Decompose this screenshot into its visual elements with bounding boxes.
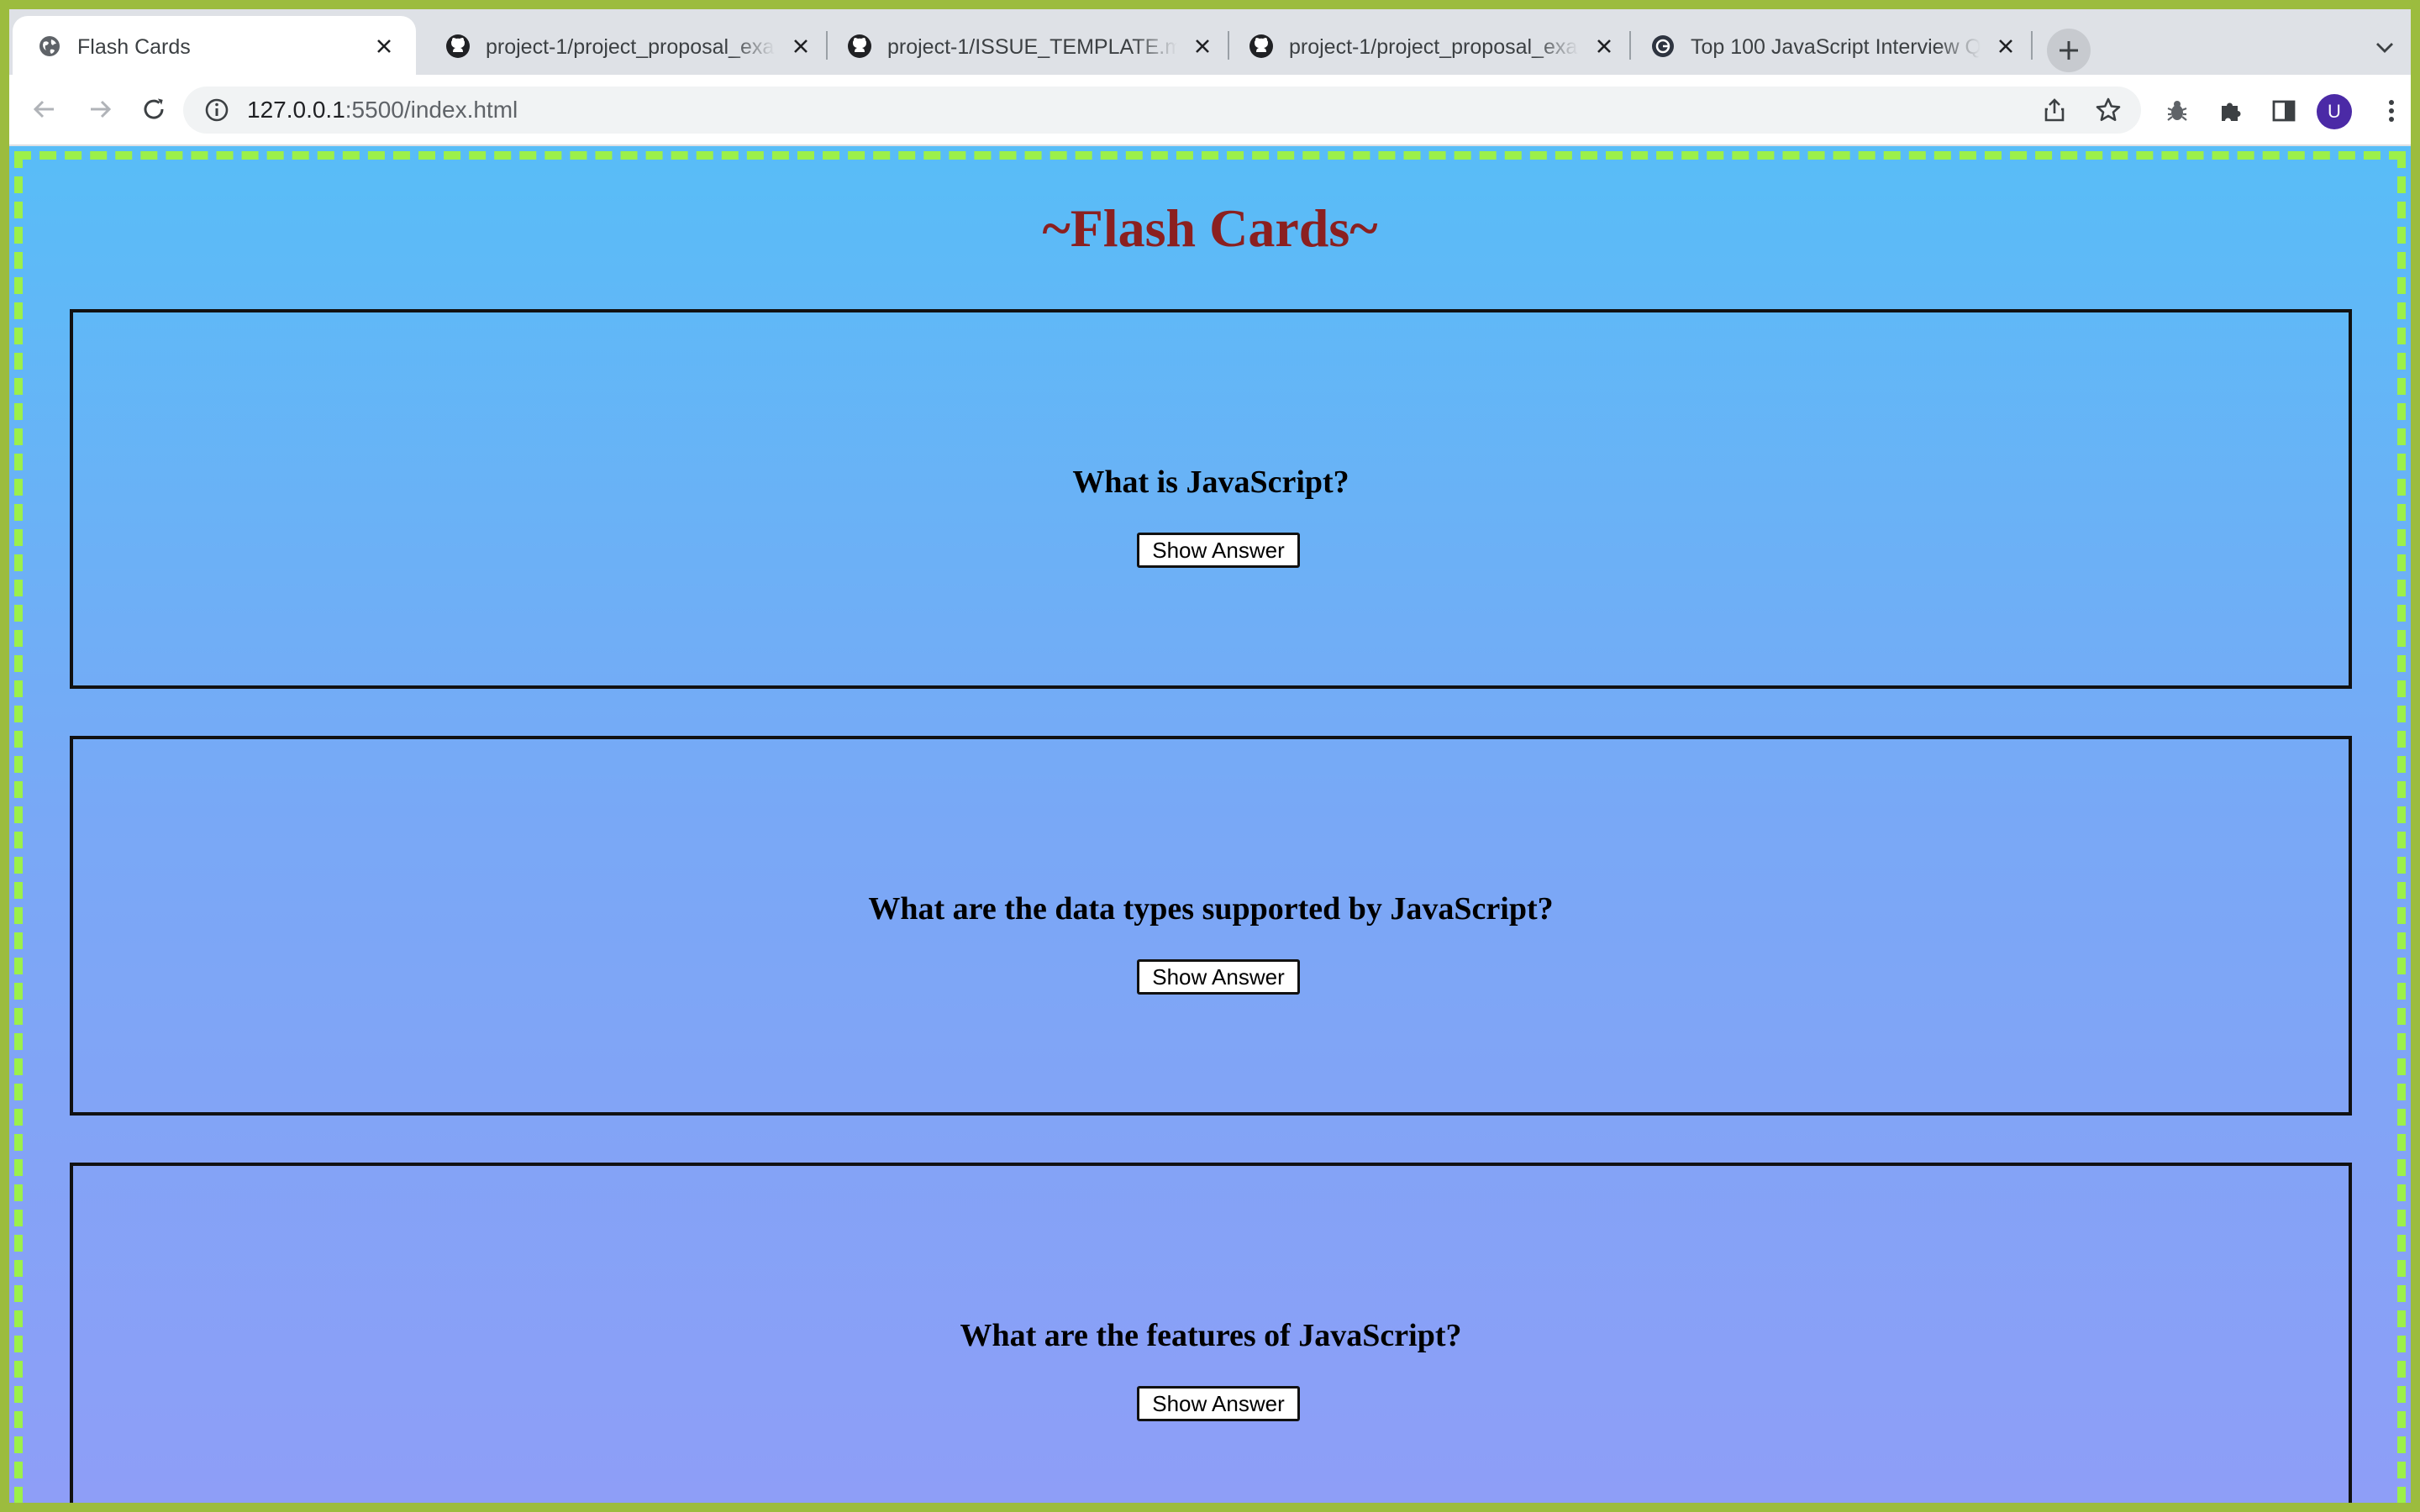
side-panel-icon: [2272, 100, 2296, 122]
bookmark-button[interactable]: [2095, 97, 2122, 123]
tab-project-proposal-2[interactable]: project-1/project_proposal_example.md: [1224, 16, 1619, 75]
close-tab-icon[interactable]: [787, 33, 814, 60]
browser-window: Flash Cards project-1/project_proposal_e…: [9, 9, 2411, 1503]
page-title: ~Flash Cards~: [1042, 198, 1378, 258]
puzzle-icon: [2222, 102, 2241, 121]
back-button[interactable]: [26, 91, 63, 128]
bug-icon: [2167, 101, 2187, 121]
flash-card: What are the data types supported by Jav…: [70, 736, 2352, 1116]
kebab-menu-icon: [2389, 100, 2394, 122]
flash-card: What is JavaScript? Show Answer: [70, 309, 2352, 689]
star-icon: [2096, 97, 2121, 121]
show-answer-button[interactable]: Show Answer: [1137, 959, 1300, 995]
profile-avatar[interactable]: U: [2317, 94, 2352, 129]
tab-project-proposal-1[interactable]: project-1/project_proposal_example.md: [421, 16, 816, 75]
arrow-right-icon: [91, 100, 112, 118]
tab-title: project-1/project_proposal_example.md: [1289, 35, 1579, 59]
card-question: What are the features of JavaScript?: [960, 1318, 1462, 1353]
tab-js-interview-questions[interactable]: Top 100 JavaScript Interview Questions: [1626, 16, 2021, 75]
tab-issue-template[interactable]: project-1/ISSUE_TEMPLATE.md: [823, 16, 1218, 75]
close-tab-icon[interactable]: [1992, 33, 2019, 60]
reload-button[interactable]: [135, 91, 172, 128]
share-button[interactable]: [2041, 97, 2068, 123]
plus-icon: [2060, 41, 2078, 60]
url-text: 127.0.0.1:5500/index.html: [247, 97, 518, 123]
info-icon[interactable]: [203, 97, 230, 123]
close-tab-icon[interactable]: [1189, 33, 1216, 60]
github-icon: [1249, 34, 1273, 58]
tab-title: project-1/ISSUE_TEMPLATE.md: [887, 35, 1177, 59]
tab-title: Flash Cards: [77, 35, 191, 59]
extension-bug-button[interactable]: [2163, 97, 2191, 125]
tab-strip: Flash Cards project-1/project_proposal_e…: [9, 9, 2411, 75]
tab-separator: [2031, 31, 2033, 60]
card-question: What are the data types supported by Jav…: [868, 891, 1554, 927]
url-host: 127.0.0.1: [247, 97, 345, 123]
globe-icon: [39, 36, 60, 56]
close-tab-icon[interactable]: [371, 33, 397, 60]
arrow-left-icon: [33, 100, 54, 118]
tab-title: Top 100 JavaScript Interview Questions: [1691, 35, 1981, 59]
page-viewport: ~Flash Cards~ What is JavaScript? Show A…: [9, 146, 2411, 1503]
extensions-button[interactable]: [2217, 97, 2245, 125]
forward-button[interactable]: [82, 91, 118, 128]
browser-menu-button[interactable]: [2377, 97, 2406, 125]
github-icon: [446, 34, 470, 58]
share-icon: [2044, 98, 2065, 122]
show-answer-button[interactable]: Show Answer: [1137, 533, 1300, 568]
github-icon: [848, 34, 871, 58]
card-question: What is JavaScript?: [1072, 465, 1349, 500]
flash-card: What are the features of JavaScript? Sho…: [70, 1163, 2352, 1503]
close-tab-icon[interactable]: [1591, 33, 1618, 60]
tab-flash-cards[interactable]: Flash Cards: [13, 16, 416, 75]
new-tab-button[interactable]: [2047, 29, 2091, 72]
reload-icon: [144, 98, 164, 119]
browser-toolbar: 127.0.0.1:5500/index.html U: [9, 75, 2411, 145]
tab-title: project-1/project_proposal_example.md: [486, 35, 776, 59]
chevron-down-icon: [2376, 43, 2393, 53]
tab-search-button[interactable]: [2372, 35, 2397, 60]
address-bar[interactable]: 127.0.0.1:5500/index.html: [183, 87, 2141, 134]
side-panel-button[interactable]: [2270, 97, 2298, 125]
url-path: :5500/index.html: [345, 97, 518, 123]
show-answer-button[interactable]: Show Answer: [1137, 1386, 1300, 1421]
site-icon: [1652, 35, 1674, 57]
